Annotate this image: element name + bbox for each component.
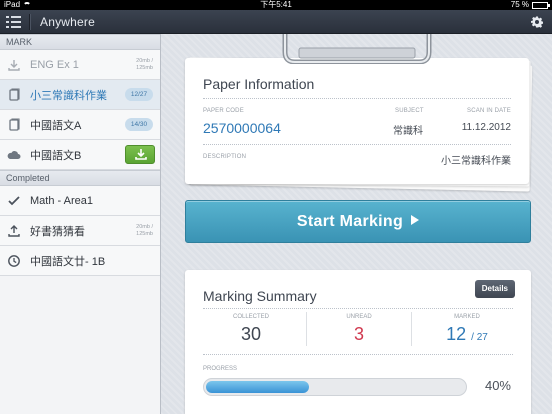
- top-nav: Anywhere: [0, 10, 552, 34]
- nav-divider: [29, 14, 30, 30]
- gear-icon[interactable]: [531, 16, 543, 28]
- check-icon: [8, 196, 20, 206]
- divider: [203, 144, 511, 145]
- description-value: 小三常識科作業: [441, 156, 511, 167]
- sidebar-item-label: 好書猜猜看: [30, 225, 85, 238]
- battery-icon: [532, 1, 550, 9]
- scan-date-label: SCAN IN DATE: [467, 108, 511, 114]
- file-size: 20mb / 125mb: [136, 224, 153, 237]
- progress-badge: 12/27: [125, 88, 153, 101]
- section-header-completed: Completed: [0, 170, 160, 186]
- progress-percent: 40%: [484, 378, 511, 393]
- sidebar-item-label: Math - Area1: [30, 194, 93, 207]
- sidebar-item-chinese-a[interactable]: 中國語文A 14/30: [0, 110, 160, 140]
- paper-code: 2570000064: [203, 120, 281, 136]
- paper-information-card: Paper Information PAPER CODE SUBJECT SCA…: [185, 58, 529, 184]
- document-icon: [9, 88, 20, 101]
- sidebar: MARK ENG Ex 1 20mb / 125mb 小三常識科作業 12/27…: [0, 34, 161, 414]
- progress-badge: 14/30: [125, 118, 153, 131]
- cloud-icon: [7, 151, 21, 159]
- marking-summary-card: Marking Summary Details COLLECTED 30 UNR…: [185, 270, 531, 414]
- section-header-mark: MARK: [0, 34, 160, 50]
- sidebar-item-label: 中國語文A: [30, 119, 82, 132]
- status-bar: iPad 下午5:41 75 %: [0, 0, 552, 10]
- stat-unread: UNREAD 3: [307, 314, 411, 345]
- divider: [203, 98, 511, 99]
- stat-label: MARKED: [454, 314, 480, 320]
- sidebar-item-general-studies[interactable]: 小三常識科作業 12/27: [0, 80, 160, 110]
- menu-icon[interactable]: [6, 15, 22, 29]
- description-label: DESCRIPTION: [203, 154, 247, 160]
- clock-icon: [8, 255, 20, 267]
- sidebar-item-label: 中國語文廿- 1B: [30, 255, 106, 268]
- file-size: 20mb / 125mb: [136, 58, 153, 71]
- sidebar-item-label: 小三常識科作業: [30, 89, 107, 102]
- card-title: Marking Summary: [203, 288, 317, 304]
- stat-label: COLLECTED: [232, 314, 269, 320]
- stat-divider: [411, 312, 412, 346]
- battery-percent: 75 %: [510, 0, 529, 9]
- sidebar-item-chinese-1b[interactable]: 中國語文廿- 1B: [0, 246, 160, 276]
- start-marking-label: Start Marking: [296, 213, 404, 230]
- main-content: Paper Information PAPER CODE SUBJECT SCA…: [161, 34, 552, 414]
- progress-fill: [206, 381, 309, 393]
- sidebar-item-label: ENG Ex 1: [30, 58, 79, 71]
- upload-icon: [8, 225, 20, 237]
- download-icon: [8, 60, 20, 71]
- stat-value: 30: [240, 324, 262, 344]
- scan-date: 11.12.2012: [461, 122, 511, 133]
- document-icon: [9, 118, 20, 131]
- status-time: 下午5:41: [260, 0, 292, 9]
- sidebar-item-math-area1[interactable]: Math - Area1: [0, 186, 160, 216]
- progress-label: PROGRESS: [203, 366, 238, 372]
- subject-value: 常識科: [393, 126, 423, 137]
- details-button[interactable]: Details: [474, 280, 515, 298]
- stat-value: 12: [446, 324, 467, 344]
- app-title: Anywhere: [40, 15, 95, 29]
- download-button[interactable]: [125, 145, 155, 164]
- divider: [203, 308, 513, 309]
- stat-collected: COLLECTED 30: [199, 314, 303, 345]
- stat-marked: MARKED 12 / 27: [415, 314, 519, 345]
- sidebar-item-book-guess[interactable]: 好書猜猜看 20mb / 125mb: [0, 216, 160, 246]
- stat-label: UNREAD: [346, 314, 372, 320]
- clipboard-clip-icon: [282, 34, 432, 64]
- divider: [203, 354, 513, 355]
- sidebar-item-eng-ex1[interactable]: ENG Ex 1 20mb / 125mb: [0, 50, 160, 80]
- sidebar-item-label: 中國語文B: [30, 149, 82, 162]
- subject-label: SUBJECT: [395, 108, 424, 114]
- sidebar-item-chinese-b[interactable]: 中國語文B: [0, 140, 160, 170]
- progress-bar: [203, 378, 467, 396]
- stat-value: 3: [353, 324, 364, 344]
- card-title: Paper Information: [203, 76, 315, 92]
- paper-code-label: PAPER CODE: [203, 108, 244, 114]
- play-icon: [411, 215, 420, 225]
- start-marking-button[interactable]: Start Marking: [185, 200, 531, 243]
- stat-total: / 27: [471, 332, 488, 343]
- download-icon: [135, 149, 147, 160]
